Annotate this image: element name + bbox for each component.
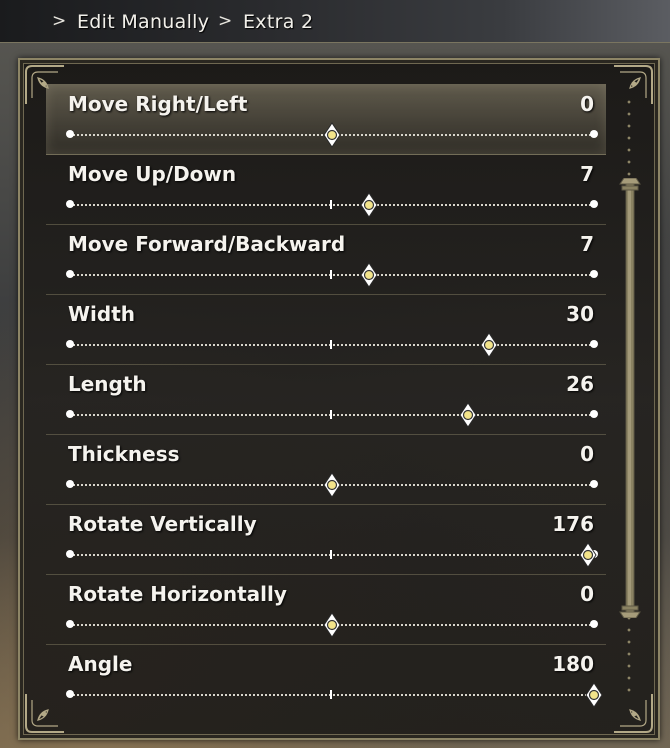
slider-row-length[interactable]: Length 26 [46, 364, 606, 435]
slider-label: Width [68, 302, 136, 326]
slider-row-move-right-left[interactable]: Move Right/Left 0 [46, 84, 606, 155]
slider-value: 30 [566, 302, 594, 326]
slider-row-width[interactable]: Width 30 [46, 294, 606, 365]
track-start-dot [66, 690, 74, 698]
ornate-corner-icon [612, 64, 654, 106]
breadcrumb-edit-manually[interactable]: Edit Manually [77, 11, 209, 33]
track-end-dot [590, 130, 598, 138]
track-end-dot [590, 270, 598, 278]
scrollbar-thumb[interactable] [618, 178, 642, 618]
slider-handle-icon[interactable] [320, 122, 344, 148]
slider-row-angle[interactable]: Angle 180 [46, 644, 606, 714]
track-center-tick [330, 200, 332, 209]
track-start-dot [66, 620, 74, 628]
slider-label: Move Right/Left [68, 92, 248, 116]
slider-row-thickness[interactable]: Thickness 0 [46, 434, 606, 505]
slider-track[interactable] [70, 414, 594, 416]
track-center-tick [330, 410, 332, 419]
slider-row-move-up-down[interactable]: Move Up/Down 7 [46, 154, 606, 225]
track-start-dot [66, 340, 74, 348]
slider-value: 0 [580, 92, 594, 116]
slider-label: Move Up/Down [68, 162, 237, 186]
slider-track[interactable] [70, 204, 594, 206]
slider-row-rotate-horizontally[interactable]: Rotate Horizontally 0 [46, 574, 606, 645]
slider-handle-icon[interactable] [320, 472, 344, 498]
slider-label: Angle [68, 652, 133, 676]
breadcrumb-separator: > [52, 11, 67, 31]
slider-value: 0 [580, 582, 594, 606]
slider-label: Rotate Vertically [68, 512, 257, 536]
slider-label: Length [68, 372, 147, 396]
track-end-dot [590, 200, 598, 208]
track-end-dot [590, 340, 598, 348]
slider-row-rotate-vertically[interactable]: Rotate Vertically 176 [46, 504, 606, 575]
breadcrumb: > Edit Manually > Extra 2 [0, 0, 670, 43]
slider-handle-icon[interactable] [582, 682, 606, 708]
track-start-dot [66, 270, 74, 278]
slider-track[interactable] [70, 274, 594, 276]
track-start-dot [66, 200, 74, 208]
track-start-dot [66, 410, 74, 418]
breadcrumb-separator: > [218, 11, 233, 31]
track-start-dot [66, 480, 74, 488]
slider-label: Rotate Horizontally [68, 582, 287, 606]
track-center-tick [330, 690, 332, 699]
slider-handle-icon[interactable] [357, 192, 381, 218]
slider-label: Thickness [68, 442, 180, 466]
track-end-dot [590, 410, 598, 418]
slider-value: 7 [580, 162, 594, 186]
slider-handle-icon[interactable] [320, 612, 344, 638]
slider-track[interactable] [70, 694, 594, 696]
slider-value: 180 [552, 652, 594, 676]
slider-value: 7 [580, 232, 594, 256]
track-start-dot [66, 550, 74, 558]
track-end-dot [590, 480, 598, 488]
breadcrumb-extra-2: Extra 2 [243, 11, 314, 33]
slider-handle-icon[interactable] [576, 542, 600, 568]
slider-value: 176 [552, 512, 594, 536]
slider-track[interactable] [70, 344, 594, 346]
slider-row-move-forward-backward[interactable]: Move Forward/Backward 7 [46, 224, 606, 295]
slider-value: 0 [580, 442, 594, 466]
slider-handle-icon[interactable] [456, 402, 480, 428]
slider-label: Move Forward/Backward [68, 232, 346, 256]
track-end-dot [590, 620, 598, 628]
track-center-tick [330, 270, 332, 279]
slider-handle-icon[interactable] [357, 262, 381, 288]
ornate-corner-icon [612, 692, 654, 734]
track-start-dot [66, 130, 74, 138]
slider-track[interactable] [70, 554, 594, 556]
slider-handle-icon[interactable] [477, 332, 501, 358]
slider-value: 26 [566, 372, 594, 396]
track-center-tick [330, 550, 332, 559]
track-center-tick [330, 340, 332, 349]
